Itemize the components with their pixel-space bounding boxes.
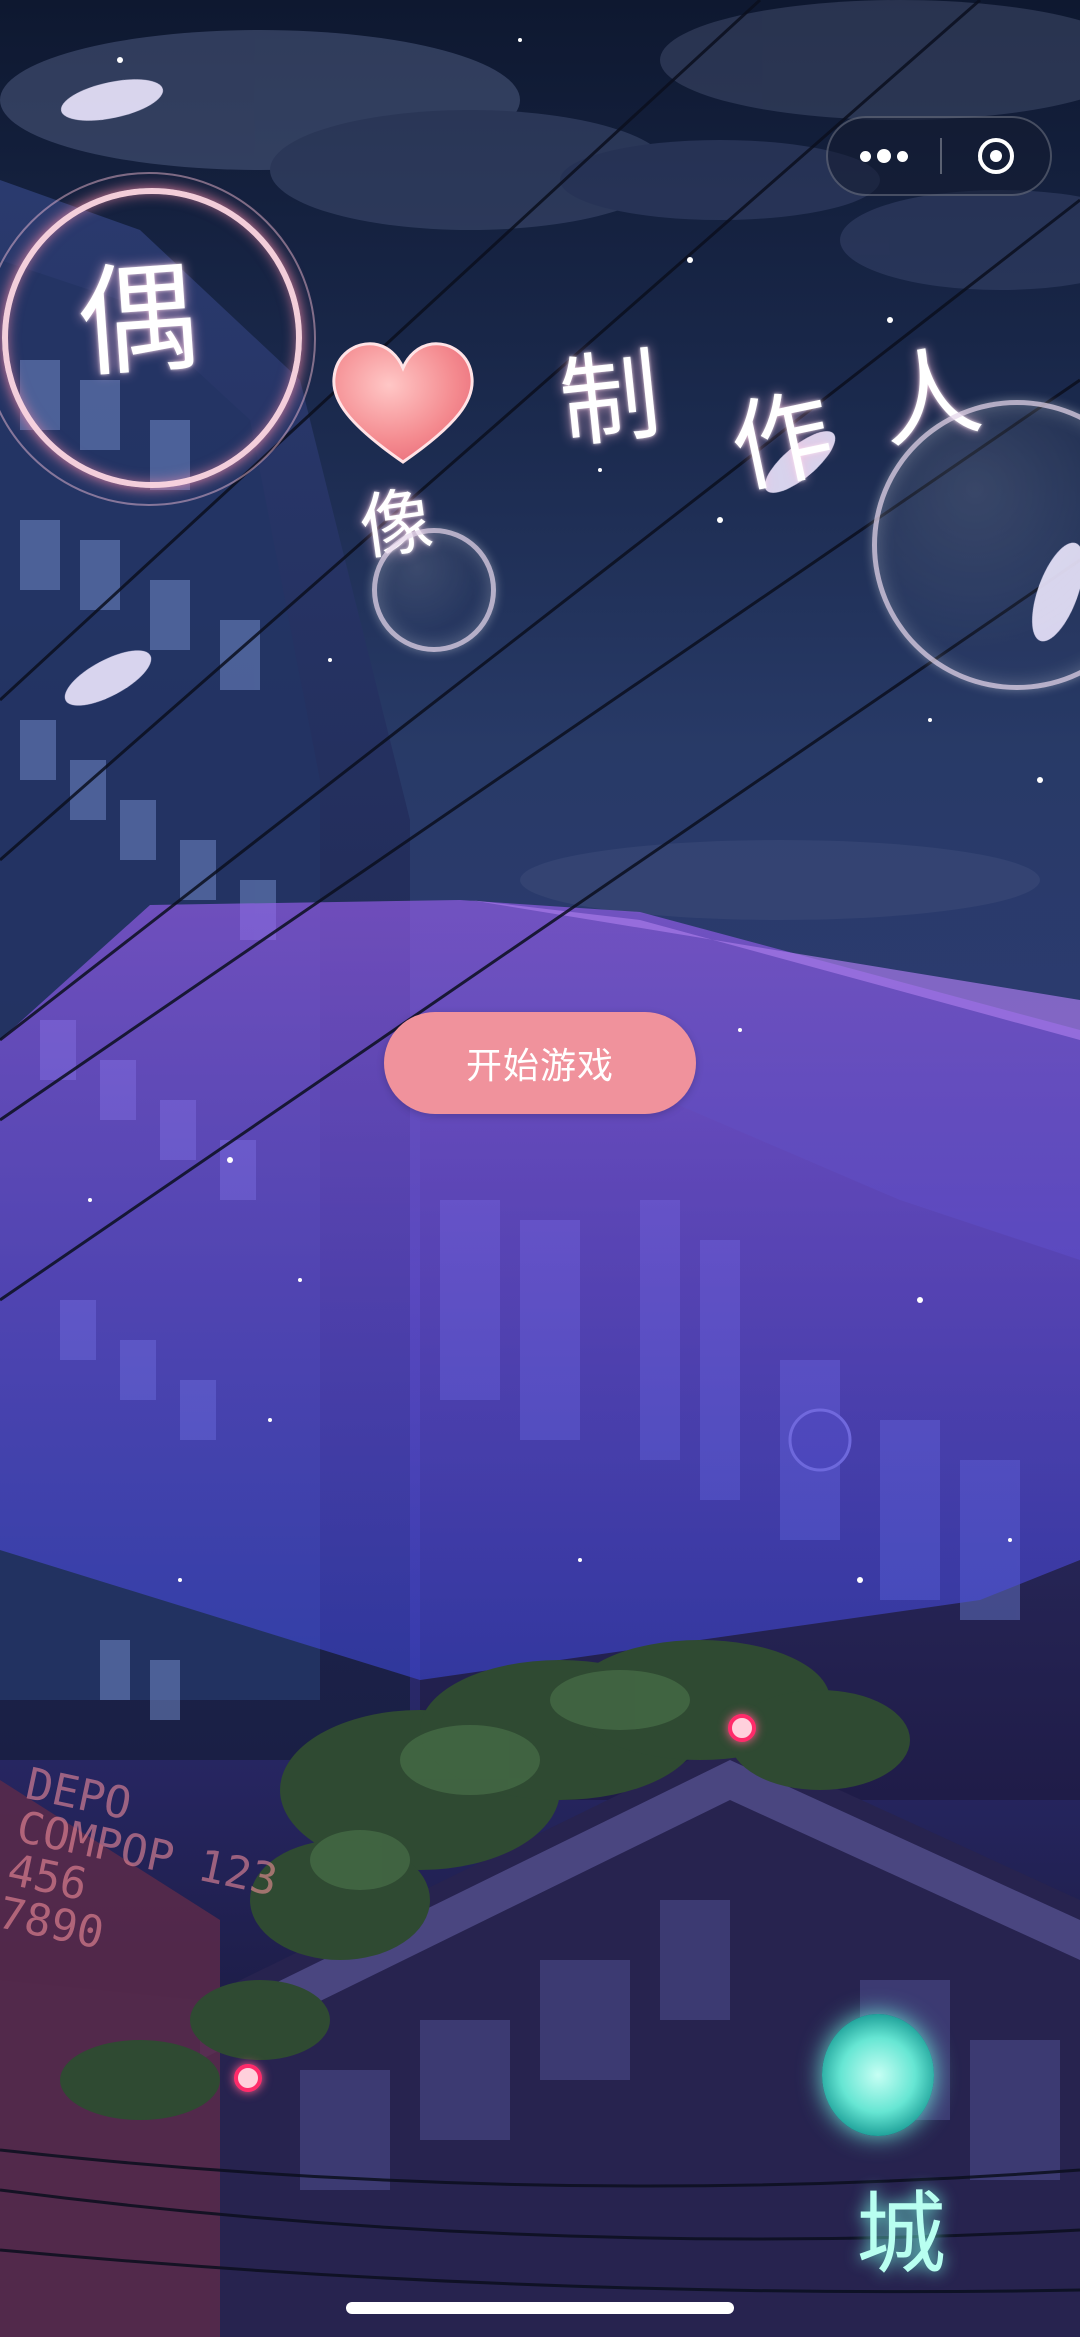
home-indicator[interactable] (346, 2302, 734, 2314)
start-game-button[interactable]: 开始游戏 (384, 1012, 696, 1114)
capsule-menu (826, 116, 1052, 196)
neon-sign-glyph: 城 (856, 2182, 946, 2287)
title-char-ou: 偶 (73, 247, 203, 396)
game-start-screen: DEPO COMPOP 123 456 7890 城 偶 像 制 作 人 开始游… (0, 0, 1080, 2337)
heart-icon (332, 342, 474, 464)
more-dots-icon[interactable] (828, 118, 940, 194)
bubble-small (372, 528, 496, 652)
target-close-icon[interactable] (942, 118, 1050, 194)
red-signal-light (728, 1714, 756, 1742)
title-char-zuo: 作 (720, 373, 843, 510)
title-char-zhi: 制 (554, 336, 666, 463)
red-signal-light (234, 2064, 262, 2092)
neon-sign-icon (822, 2014, 934, 2136)
